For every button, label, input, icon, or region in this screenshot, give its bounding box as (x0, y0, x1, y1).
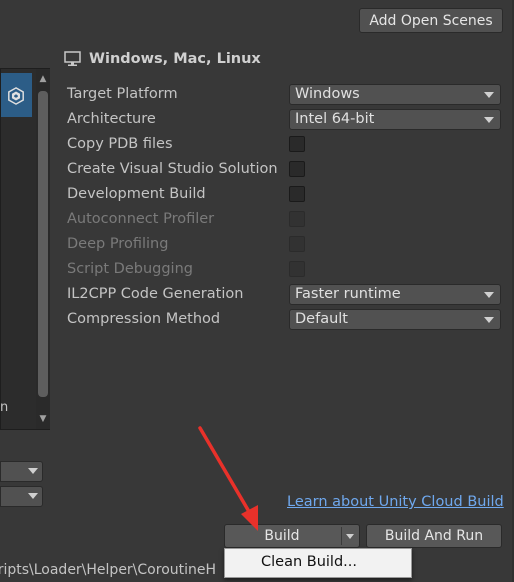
il2cpp-code-generation-label: IL2CPP Code Generation (67, 286, 244, 302)
target-platform-label: Target Platform (67, 86, 178, 102)
scroll-down-arrow-icon[interactable]: ▼ (37, 413, 49, 425)
deep-profiling-row: Deep Profiling (67, 234, 507, 256)
chevron-down-icon (484, 292, 494, 298)
create-vs-solution-checkbox[interactable] (289, 161, 305, 177)
platform-list-clipped-label: n (0, 400, 9, 415)
platform-list[interactable]: ▲ ▼ (0, 68, 50, 430)
target-platform-value: Windows (295, 86, 360, 102)
left-dropdown-1[interactable] (0, 461, 43, 482)
clean-build-menu-item[interactable]: Clean Build... (261, 554, 357, 570)
add-open-scenes-button[interactable]: Add Open Scenes (359, 8, 503, 33)
autoconnect-profiler-label: Autoconnect Profiler (67, 211, 215, 227)
compression-method-dropdown[interactable]: Default (289, 309, 501, 330)
platform-header: Windows, Mac, Linux (64, 48, 261, 70)
create-vs-solution-row: Create Visual Studio Solution (67, 159, 507, 181)
unity-cloud-build-link[interactable]: Learn about Unity Cloud Build (287, 494, 504, 510)
unity-logo-icon (8, 87, 24, 105)
chevron-down-icon (28, 468, 38, 474)
deep-profiling-label: Deep Profiling (67, 236, 169, 252)
target-platform-dropdown[interactable]: Windows (289, 84, 501, 105)
target-platform-row: Target Platform Windows (67, 84, 507, 106)
top-toolbar: Add Open Scenes (0, 0, 514, 40)
chevron-down-icon (484, 317, 494, 323)
build-options-menu: Clean Build... (224, 548, 412, 578)
architecture-row: Architecture Intel 64-bit (67, 109, 507, 131)
monitor-icon (64, 51, 81, 66)
compression-method-label: Compression Method (67, 311, 221, 327)
deep-profiling-checkbox (289, 236, 305, 252)
left-dropdown-2[interactable] (0, 486, 43, 507)
platform-list-selected-item[interactable] (1, 73, 32, 117)
script-debugging-label: Script Debugging (67, 261, 193, 277)
architecture-value: Intel 64-bit (295, 111, 375, 127)
build-button-separator (341, 527, 342, 545)
chevron-down-icon (484, 92, 494, 98)
build-options-dropdown-icon[interactable] (346, 534, 354, 539)
copy-pdb-row: Copy PDB files (67, 134, 507, 156)
il2cpp-code-generation-value: Faster runtime (295, 286, 401, 302)
scroll-up-arrow-icon[interactable]: ▲ (37, 73, 49, 85)
chevron-down-icon (484, 117, 494, 123)
compression-method-value: Default (295, 311, 348, 327)
architecture-label: Architecture (67, 111, 156, 127)
il2cpp-code-generation-dropdown[interactable]: Faster runtime (289, 284, 501, 305)
architecture-dropdown[interactable]: Intel 64-bit (289, 109, 501, 130)
development-build-checkbox[interactable] (289, 186, 305, 202)
copy-pdb-checkbox[interactable] (289, 136, 305, 152)
chevron-down-icon (28, 493, 38, 499)
copy-pdb-label: Copy PDB files (67, 136, 173, 152)
status-path-bar: cripts\Loader\Helper\CoroutineH (0, 556, 230, 582)
build-button[interactable]: Build (224, 524, 360, 548)
build-button-label: Build (264, 528, 300, 544)
script-debugging-checkbox (289, 261, 305, 277)
il2cpp-code-generation-row: IL2CPP Code Generation Faster runtime (67, 284, 507, 306)
platform-list-scroll-thumb[interactable] (38, 91, 48, 397)
script-debugging-row: Script Debugging (67, 259, 507, 281)
build-and-run-button[interactable]: Build And Run (366, 524, 502, 548)
build-settings-window: Add Open Scenes ▲ ▼ n Windows, Mac, Linu… (0, 0, 514, 582)
compression-method-row: Compression Method Default (67, 309, 507, 331)
development-build-row: Development Build (67, 184, 507, 206)
create-vs-solution-label: Create Visual Studio Solution (67, 161, 278, 177)
status-path-text: cripts\Loader\Helper\CoroutineH (0, 562, 217, 578)
autoconnect-profiler-checkbox (289, 211, 305, 227)
autoconnect-profiler-row: Autoconnect Profiler (67, 209, 507, 231)
development-build-label: Development Build (67, 186, 206, 202)
platform-title: Windows, Mac, Linux (89, 51, 261, 67)
